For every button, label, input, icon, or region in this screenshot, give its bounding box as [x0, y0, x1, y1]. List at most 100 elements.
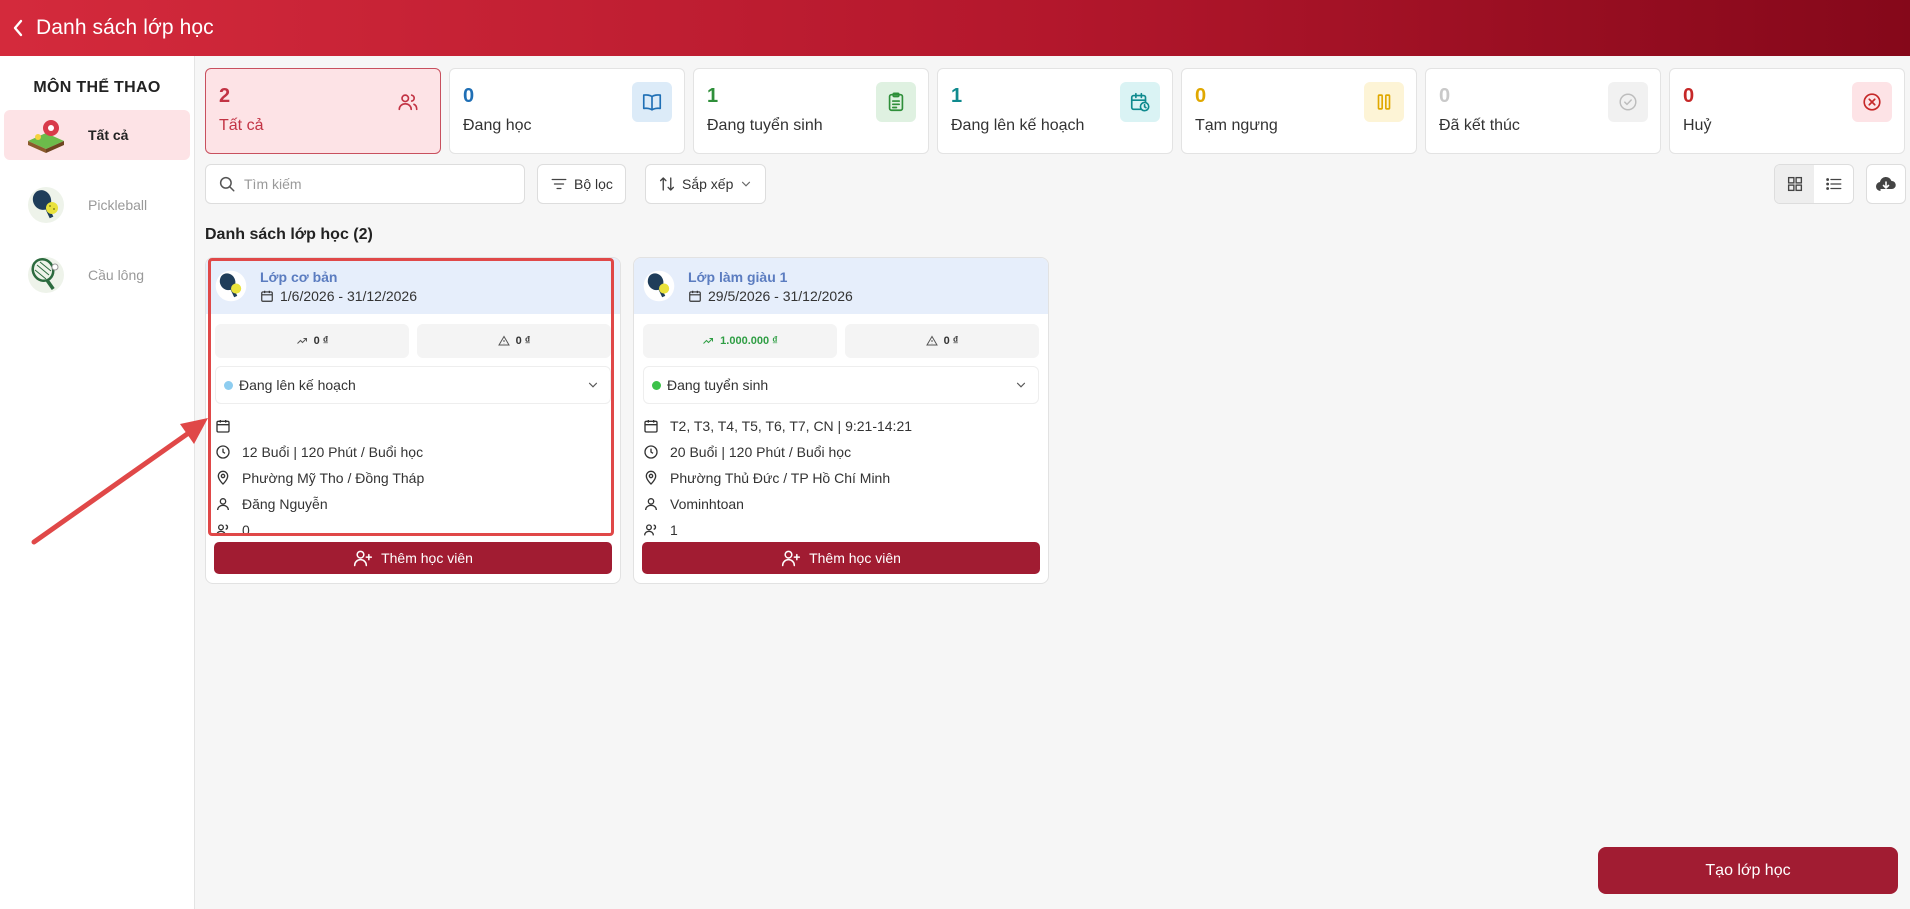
- debt-pill: 0 ₫: [845, 324, 1039, 358]
- view-toggle: [1774, 164, 1854, 204]
- back-button[interactable]: [0, 0, 36, 56]
- location-text: Phường Mỹ Tho / Đồng Tháp: [242, 470, 425, 486]
- pause-icon: [1364, 82, 1404, 122]
- schedule-row: [215, 413, 620, 439]
- user-plus-icon: [781, 550, 801, 567]
- user-plus-icon: [353, 550, 373, 567]
- chevron-left-icon: [13, 19, 23, 37]
- sport-sidebar: MÔN THỂ THAO Tất cả Pickleball Cầu lông: [0, 56, 195, 909]
- students-count: 1: [670, 522, 678, 538]
- class-dates: 29/5/2026 - 31/12/2026: [688, 288, 853, 304]
- sort-button[interactable]: Sắp xếp: [645, 164, 767, 204]
- stat-card-planning[interactable]: 1 Đang lên kế hoạch: [937, 68, 1173, 154]
- calendar-icon: [643, 418, 659, 434]
- sidebar-heading: MÔN THỂ THAO: [33, 79, 161, 96]
- status-select[interactable]: Đang lên kế hoạch: [215, 366, 611, 404]
- user-icon: [643, 496, 659, 512]
- users-icon: [388, 82, 428, 122]
- users-icon: [643, 522, 659, 538]
- status-label: Đang lên kế hoạch: [239, 377, 356, 393]
- class-dates-text: 29/5/2026 - 31/12/2026: [708, 287, 853, 304]
- add-student-button[interactable]: Thêm học viên: [214, 542, 612, 574]
- class-card[interactable]: Lớp cơ bản 1/6/2026 - 31/12/2026 0 ₫ 0 ₫…: [205, 257, 621, 584]
- money-row: 1.000.000 ₫ 0 ₫: [634, 324, 1048, 358]
- revenue-pill: 1.000.000 ₫: [643, 324, 837, 358]
- all-sports-icon: [24, 113, 68, 157]
- sidebar-item-label: Tất cả: [88, 127, 129, 143]
- class-name[interactable]: Lớp làm giàu 1: [688, 269, 853, 285]
- debt-pill: 0 ₫: [417, 324, 611, 358]
- students-count: 0: [242, 522, 250, 538]
- status-dot: [224, 380, 233, 390]
- schedule-row: T2, T3, T4, T5, T6, T7, CN | 9:21-14:21: [643, 413, 1048, 439]
- location-row: Phường Thủ Đức / TP Hồ Chí Minh: [643, 465, 1048, 491]
- class-name[interactable]: Lớp cơ bản: [260, 269, 417, 285]
- card-header: Lớp làm giàu 1 29/5/2026 - 31/12/2026: [634, 258, 1048, 314]
- sidebar-item-all[interactable]: Tất cả: [4, 110, 190, 160]
- cloud-download-button[interactable]: [1866, 164, 1906, 204]
- status-select[interactable]: Đang tuyển sinh: [643, 366, 1039, 404]
- stat-card-cancelled[interactable]: 0 Huỷ: [1669, 68, 1905, 154]
- coach-row: Đăng Nguyễn: [215, 491, 620, 517]
- calendar-clock-icon: [1120, 82, 1160, 122]
- stat-card-paused[interactable]: 0 Tạm ngưng: [1181, 68, 1417, 154]
- clipboard-icon: [876, 82, 916, 122]
- list-title: Danh sách lớp học (2): [205, 226, 373, 243]
- filter-label: Bộ lọc: [574, 176, 613, 192]
- sessions-text: 20 Buổi | 120 Phút / Buổi học: [670, 444, 852, 460]
- location-row: Phường Mỹ Tho / Đồng Tháp: [215, 465, 620, 491]
- chevron-down-icon: [588, 382, 598, 388]
- money-row: 0 ₫ 0 ₫: [206, 324, 620, 358]
- stat-card-all[interactable]: 2 Tất cả: [205, 68, 441, 154]
- list-view-button[interactable]: [1814, 165, 1853, 203]
- page-title: Danh sách lớp học: [36, 16, 214, 39]
- badminton-icon: [24, 253, 68, 297]
- chevron-down-icon: [1016, 382, 1026, 388]
- search-input[interactable]: [244, 176, 504, 192]
- schedule-text: T2, T3, T4, T5, T6, T7, CN | 9:21-14:21: [670, 418, 913, 434]
- search-box[interactable]: [205, 164, 525, 204]
- warning-icon: [497, 335, 510, 346]
- filter-button[interactable]: Bộ lọc: [537, 164, 626, 204]
- location-text: Phường Thủ Đức / TP Hồ Chí Minh: [670, 470, 891, 486]
- card-header: Lớp cơ bản 1/6/2026 - 31/12/2026: [206, 258, 620, 314]
- warning-icon: [925, 335, 938, 346]
- status-label: Đang tuyển sinh: [667, 377, 769, 393]
- coach-text: Đăng Nguyễn: [242, 496, 328, 512]
- sidebar-item-pickleball[interactable]: Pickleball: [4, 180, 190, 230]
- x-circle-icon: [1852, 82, 1892, 122]
- add-student-button[interactable]: Thêm học viên: [642, 542, 1040, 574]
- sessions-row: 20 Buổi | 120 Phút / Buổi học: [643, 439, 1048, 465]
- calendar-icon: [215, 418, 231, 434]
- stat-card-finished[interactable]: 0 Đã kết thúc: [1425, 68, 1661, 154]
- revenue-value: 0 ₫: [313, 335, 329, 347]
- revenue-pill: 0 ₫: [215, 324, 409, 358]
- sort-label: Sắp xếp: [682, 176, 734, 192]
- grid-icon: [1787, 176, 1802, 192]
- calendar-icon: [689, 290, 701, 302]
- sidebar-item-badminton[interactable]: Cầu lông: [4, 250, 190, 300]
- filter-icon: [551, 178, 567, 190]
- location-pin-icon: [215, 470, 231, 486]
- revenue-value: 1.000.000 ₫: [720, 335, 778, 347]
- clock-icon: [643, 444, 659, 460]
- sidebar-item-label: Pickleball: [88, 197, 148, 213]
- create-class-button[interactable]: Tạo lớp học: [1598, 847, 1898, 894]
- class-card[interactable]: Lớp làm giàu 1 29/5/2026 - 31/12/2026 1.…: [633, 257, 1049, 584]
- pickleball-icon: [24, 183, 68, 227]
- grid-view-button[interactable]: [1775, 165, 1814, 203]
- class-info: T2, T3, T4, T5, T6, T7, CN | 9:21-14:21 …: [634, 404, 1048, 543]
- sidebar-item-label: Cầu lông: [88, 267, 145, 283]
- add-student-label: Thêm học viên: [809, 550, 901, 566]
- search-icon: [219, 176, 235, 192]
- stat-card-studying[interactable]: 0 Đang học: [449, 68, 685, 154]
- cloud-download-icon: [1875, 176, 1896, 191]
- coach-text: Vominhtoan: [670, 496, 744, 512]
- chevron-down-icon: [742, 181, 751, 187]
- debt-value: 0 ₫: [515, 335, 531, 347]
- students-row: 1: [643, 517, 1048, 543]
- stat-card-enrolling[interactable]: 1 Đang tuyển sinh: [693, 68, 929, 154]
- location-pin-icon: [643, 470, 659, 486]
- top-bar: Danh sách lớp học: [0, 0, 1910, 56]
- list-icon: [1825, 178, 1841, 190]
